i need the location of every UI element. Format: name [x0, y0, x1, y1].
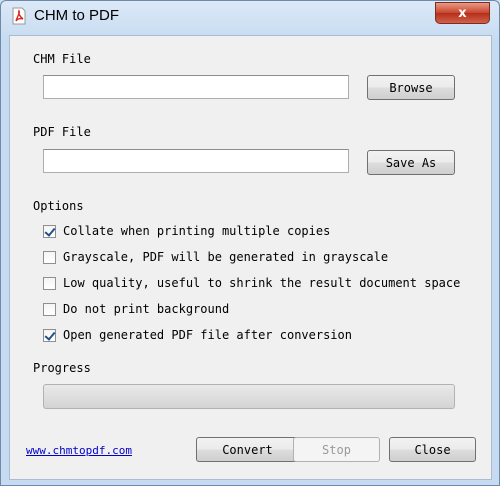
close-button[interactable]: Close — [389, 437, 476, 462]
option-label: Do not print background — [63, 302, 230, 316]
option-label: Low quality, useful to shrink the result… — [63, 276, 461, 290]
browse-button[interactable]: Browse — [367, 75, 455, 100]
convert-button[interactable]: Convert — [196, 437, 299, 462]
title-bar[interactable]: CHM to PDF x — [1, 1, 499, 31]
website-link[interactable]: www.chmtopdf.com — [26, 444, 132, 457]
option-collate[interactable]: Collate when printing multiple copies — [43, 222, 330, 240]
option-label: Collate when printing multiple copies — [63, 224, 331, 238]
save-as-button[interactable]: Save As — [367, 150, 455, 175]
close-icon: x — [458, 5, 467, 21]
open-after-checkbox[interactable] — [43, 328, 56, 342]
stop-button: Stop — [293, 437, 380, 462]
collate-checkbox[interactable] — [43, 224, 56, 238]
window-title: CHM to PDF — [34, 7, 120, 24]
pdf-document-icon — [12, 7, 26, 25]
option-label: Grayscale, PDF will be generated in gray… — [63, 250, 389, 264]
main-panel: CHM File Browse PDF File Save As Options… — [9, 35, 492, 480]
option-low-quality[interactable]: Low quality, useful to shrink the result… — [43, 274, 460, 292]
chm-file-input[interactable] — [43, 75, 349, 99]
option-grayscale[interactable]: Grayscale, PDF will be generated in gray… — [43, 248, 388, 266]
pdf-file-input[interactable] — [43, 149, 349, 173]
option-label: Open generated PDF file after conversion — [63, 328, 352, 342]
progress-label: Progress — [33, 361, 91, 375]
option-open-after[interactable]: Open generated PDF file after conversion — [43, 326, 352, 344]
progress-bar — [43, 384, 455, 409]
low-quality-checkbox[interactable] — [43, 276, 56, 290]
option-no-background[interactable]: Do not print background — [43, 300, 229, 318]
window-close-button[interactable]: x — [435, 2, 490, 24]
app-window: CHM to PDF x CHM File Browse PDF File Sa… — [0, 0, 500, 486]
grayscale-checkbox[interactable] — [43, 250, 56, 264]
options-label: Options — [33, 199, 84, 213]
pdf-file-label: PDF File — [33, 125, 91, 139]
no-background-checkbox[interactable] — [43, 302, 56, 316]
chm-file-label: CHM File — [33, 52, 91, 66]
